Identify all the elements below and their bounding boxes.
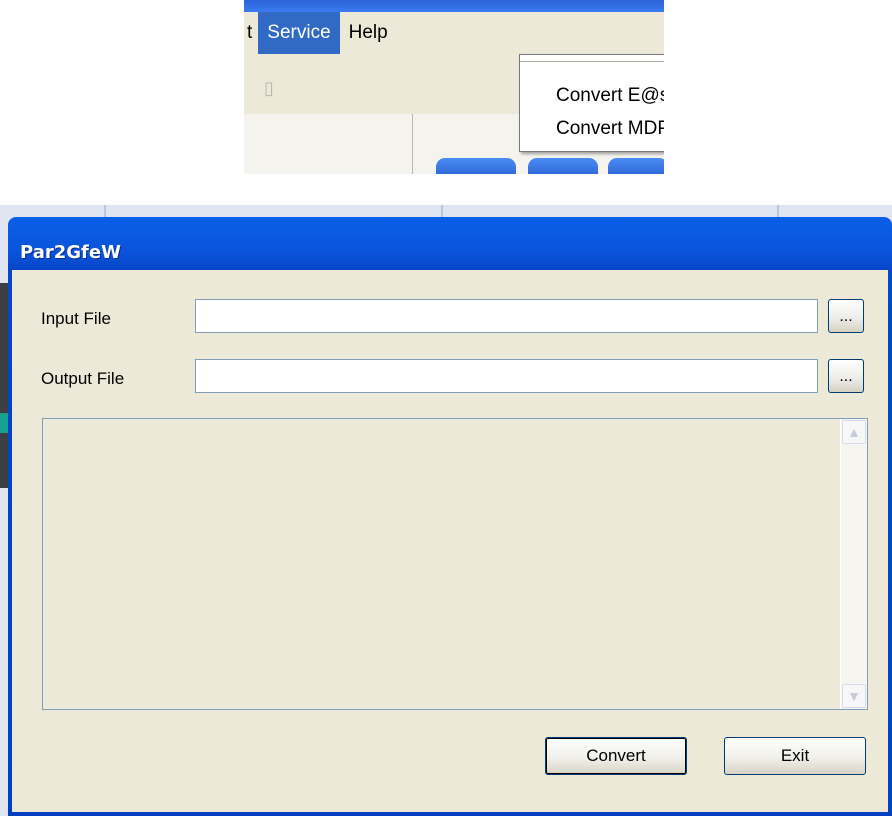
input-browse-button[interactable]: ...	[828, 299, 864, 333]
exit-button[interactable]: Exit	[724, 737, 866, 775]
parent-title-bar	[244, 0, 664, 12]
divider	[412, 114, 413, 174]
scroll-up-arrow-icon[interactable]: ▲	[842, 420, 866, 444]
par2gfew-window: Par2GfeW Input File ... Output File ... …	[8, 217, 892, 816]
log-scrollbar[interactable]: ▲ ▼	[841, 419, 867, 709]
window-title: Par2GfeW	[20, 242, 121, 263]
dropdown-separator	[520, 55, 664, 62]
tab-1[interactable]	[436, 158, 516, 174]
menu-item-help[interactable]: Help	[340, 12, 397, 54]
convert-button[interactable]: Convert	[545, 737, 687, 775]
output-browse-button[interactable]: ...	[828, 359, 864, 393]
log-textarea[interactable]: ▲ ▼	[42, 418, 868, 710]
menu-snippet: t Service Help ▯ ▮ Convert E@syDrives pa…	[244, 0, 664, 174]
menu-item-service[interactable]: Service	[258, 12, 340, 54]
input-file-label: Input File	[41, 309, 111, 328]
menu-convert-easydrives[interactable]: Convert E@syDrives par file	[556, 85, 664, 107]
output-file-label: Output File	[41, 369, 125, 388]
output-file-field[interactable]	[195, 359, 818, 393]
window-client-area: Input File ... Output File ... ▲ ▼ Conve…	[12, 270, 888, 812]
menu-item-partial[interactable]: t	[244, 12, 258, 54]
service-dropdown-menu: Convert E@syDrives par file Convert MDPL…	[519, 54, 664, 152]
toolbar-disabled-icon: ▯	[264, 78, 274, 98]
desktop-background: Par2GfeW Input File ... Output File ... …	[0, 205, 892, 816]
log-content	[43, 419, 841, 709]
tab-2[interactable]	[528, 158, 598, 174]
input-file-field[interactable]	[195, 299, 818, 333]
menu-convert-mdplc[interactable]: Convert MDPLC par file	[556, 118, 664, 140]
tab-3[interactable]	[608, 158, 664, 174]
menu-bar: t Service Help	[244, 12, 664, 54]
scroll-down-arrow-icon[interactable]: ▼	[842, 684, 866, 708]
